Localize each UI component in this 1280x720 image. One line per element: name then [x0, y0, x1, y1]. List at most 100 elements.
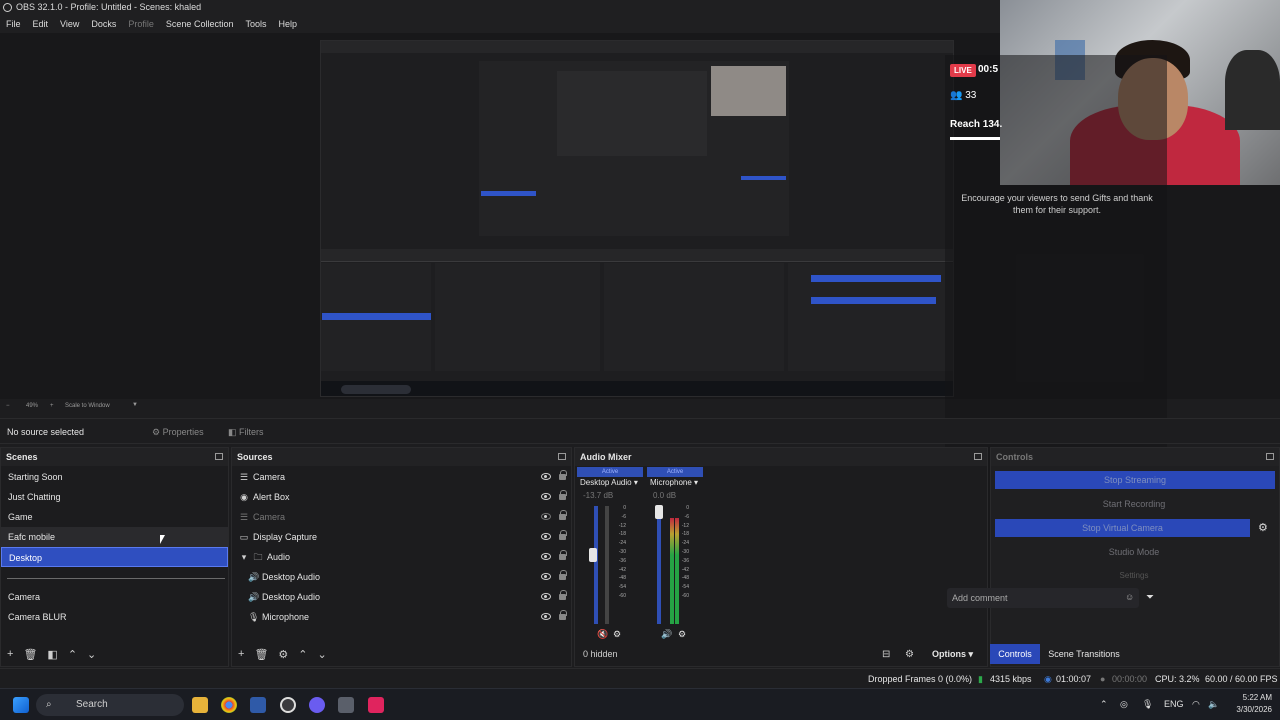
undock-icon[interactable] [215, 453, 223, 460]
properties-button[interactable]: ⚙ Properties [148, 424, 208, 440]
scene-item-selected[interactable]: Desktop [1, 547, 228, 567]
scene-item[interactable]: Camera [1, 587, 228, 607]
zoom-out-icon[interactable]: − [6, 403, 10, 409]
lock-icon[interactable] [559, 470, 567, 480]
virtual-camera-gear-icon[interactable]: ⚙ [1258, 521, 1268, 534]
source-item[interactable]: 🎙 Microphone [232, 607, 571, 627]
menu-view[interactable]: View [60, 19, 79, 29]
trash-icon[interactable]: 🗑 [254, 648, 268, 661]
volume-fader[interactable] [589, 548, 597, 562]
file-explorer-icon[interactable] [192, 697, 208, 713]
scene-item[interactable]: Just Chatting [1, 487, 228, 507]
tray-app-icon[interactable]: ◎ [1120, 699, 1128, 710]
arrow-down-icon[interactable]: ⌄ [318, 648, 327, 661]
clock[interactable]: 5:22 AM 3/30/2026 [1228, 692, 1272, 716]
chevron-down-icon[interactable]: ▼ [132, 402, 138, 408]
start-recording-button[interactable]: Start Recording [995, 495, 1273, 513]
language-indicator[interactable]: ENG [1164, 699, 1184, 709]
lock-icon[interactable] [559, 530, 567, 540]
chrome-icon[interactable] [221, 697, 237, 713]
wifi-icon[interactable]: ◠ [1192, 699, 1200, 710]
channel-name[interactable]: Desktop Audio ▾ [580, 478, 638, 487]
speaker-icon[interactable]: 🔊 [661, 629, 672, 640]
settings-icon[interactable]: ⚙ [613, 629, 621, 640]
filters-button[interactable]: ◧ Filters [224, 424, 268, 440]
chevron-up-icon[interactable]: ⌃ [1100, 699, 1108, 710]
source-item-hidden[interactable]: ☰ Camera [232, 507, 571, 527]
visibility-eye-icon[interactable] [541, 533, 551, 540]
discord-icon[interactable] [309, 697, 325, 713]
stop-streaming-button[interactable]: Stop Streaming [995, 471, 1275, 489]
source-item[interactable]: ☰ Camera [232, 467, 571, 487]
settings-icon[interactable]: ⚙ [678, 629, 686, 640]
source-group[interactable]: ▾ 🗀 Audio [232, 547, 571, 567]
lock-icon[interactable] [559, 610, 567, 620]
undock-icon[interactable] [1266, 453, 1274, 460]
source-item[interactable]: 🔊 Desktop Audio [232, 587, 571, 607]
visibility-eye-icon[interactable] [541, 613, 551, 620]
app-icon[interactable] [338, 697, 354, 713]
menu-file[interactable]: File [6, 19, 21, 29]
filter-icon[interactable]: ◧ [47, 648, 57, 661]
source-item[interactable]: 🔊 Desktop Audio [232, 567, 571, 587]
lock-icon[interactable] [559, 570, 567, 580]
windows-start-icon[interactable] [13, 697, 29, 713]
visibility-eye-icon[interactable] [541, 573, 551, 580]
scale-mode[interactable]: Scale to Window [65, 403, 110, 409]
layout-icon[interactable]: ⊟ [882, 649, 890, 660]
scene-item[interactable]: Eafc mobile [1, 527, 228, 547]
add-icon[interactable]: + [7, 648, 13, 660]
monitor-icon: ▭ [239, 532, 249, 542]
trash-icon[interactable]: 🗑 [23, 648, 37, 661]
arrow-up-icon[interactable]: ⌃ [298, 648, 307, 661]
tiktok-live-icon[interactable] [368, 697, 384, 713]
obs-icon[interactable] [280, 697, 296, 713]
undock-icon[interactable] [974, 453, 982, 460]
volume-icon[interactable]: 🔈 [1208, 699, 1219, 710]
stop-virtual-camera-button[interactable]: Stop Virtual Camera [995, 519, 1250, 537]
options-button[interactable]: Options ▾ [932, 649, 973, 660]
arrow-up-icon[interactable]: ⌃ [68, 648, 77, 661]
tab-controls[interactable]: Controls [990, 644, 1040, 664]
lock-icon[interactable] [559, 590, 567, 600]
chevron-down-icon[interactable]: ▾ [239, 547, 249, 567]
add-icon[interactable]: + [238, 648, 244, 660]
channel-name[interactable]: Microphone ▾ [650, 478, 698, 487]
advanced-audio-icon[interactable]: ⚙ [905, 649, 914, 660]
gear-icon[interactable]: ⚙ [278, 648, 288, 661]
visibility-eye-icon[interactable] [541, 553, 551, 560]
comment-input[interactable]: Add comment ☺ [947, 588, 1139, 608]
undock-icon[interactable] [558, 453, 566, 460]
filter-icon[interactable]: ⏷ [1146, 592, 1154, 603]
studio-mode-button[interactable]: Studio Mode [995, 543, 1273, 561]
menu-edit[interactable]: Edit [33, 19, 49, 29]
zoom-in-icon[interactable]: + [50, 403, 54, 409]
menu-docks[interactable]: Docks [91, 19, 116, 29]
visibility-eye-icon[interactable] [541, 493, 551, 500]
lock-icon[interactable] [559, 510, 567, 520]
taskbar-search[interactable]: ⌕ Search [36, 694, 184, 716]
scene-item[interactable]: Game [1, 507, 228, 527]
scene-item[interactable]: Starting Soon [1, 467, 228, 487]
gear-icon: ⚙ [152, 427, 161, 437]
visibility-eye-icon[interactable] [541, 593, 551, 600]
source-item[interactable]: ▭ Display Capture [232, 527, 571, 547]
scene-item[interactable]: Camera BLUR [1, 607, 228, 627]
microphone-icon[interactable]: 🎙 [1142, 699, 1153, 710]
menu-scene-collection[interactable]: Scene Collection [166, 19, 234, 29]
volume-fader[interactable] [655, 505, 663, 519]
arrow-down-icon[interactable]: ⌄ [87, 648, 96, 661]
menu-help[interactable]: Help [278, 19, 297, 29]
visibility-eye-icon[interactable] [541, 473, 551, 480]
lock-icon[interactable] [559, 550, 567, 560]
settings-button[interactable]: Settings [995, 567, 1273, 585]
app-icon[interactable] [250, 697, 266, 713]
visibility-hidden-icon[interactable] [541, 513, 551, 520]
menu-tools[interactable]: Tools [245, 19, 266, 29]
emoji-icon[interactable]: ☺ [1125, 592, 1134, 602]
muted-speaker-icon[interactable]: 🔇 [597, 629, 608, 640]
tab-scene-transitions[interactable]: Scene Transitions [1044, 644, 1124, 664]
source-item[interactable]: ◉ Alert Box [232, 487, 571, 507]
lock-icon[interactable] [559, 490, 567, 500]
menu-profile[interactable]: Profile [128, 19, 154, 29]
